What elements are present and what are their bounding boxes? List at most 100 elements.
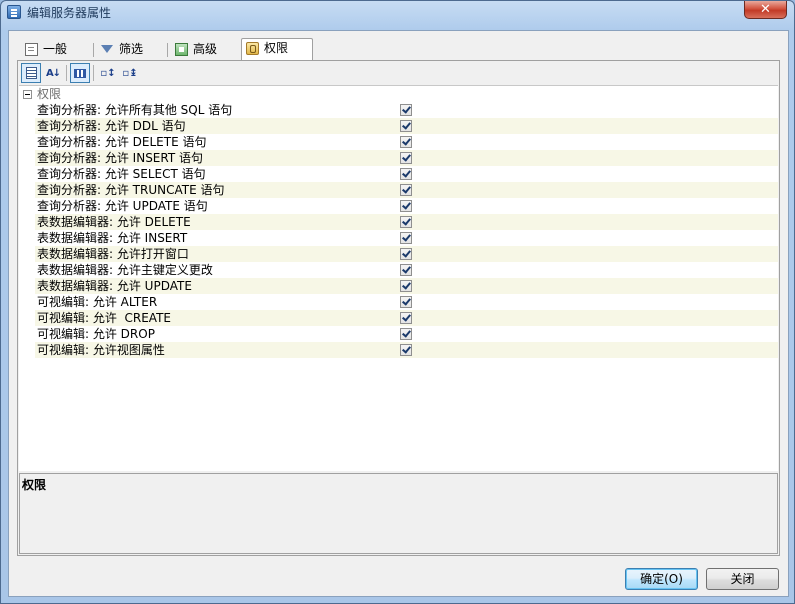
permission-checkbox[interactable] bbox=[400, 104, 412, 116]
permission-checkbox[interactable] bbox=[400, 168, 412, 180]
permission-checkbox[interactable] bbox=[400, 328, 412, 340]
alphabetical-sort-button[interactable]: A↓ bbox=[43, 63, 63, 83]
row-gutter bbox=[19, 294, 35, 310]
tab-filter-label: 筛选 bbox=[119, 42, 144, 56]
permission-checkbox[interactable] bbox=[400, 152, 412, 164]
filter-icon bbox=[101, 45, 113, 53]
close-button[interactable]: 关闭 bbox=[706, 568, 779, 590]
advanced-icon bbox=[175, 43, 188, 56]
row-gutter bbox=[19, 214, 35, 230]
property-name: 表数据编辑器: 允许打开窗口 bbox=[37, 247, 189, 261]
tab-separator bbox=[167, 43, 168, 57]
permission-checkbox[interactable] bbox=[400, 136, 412, 148]
property-panel: A↓ ▫↕ ▫↨ 权限 查询分析器: 允许所有其他 SQL 语句 查询分析器: … bbox=[17, 60, 780, 556]
tab-general-label: 一般 bbox=[43, 42, 68, 56]
property-name: 查询分析器: 允许 INSERT 语句 bbox=[37, 151, 203, 165]
row-gutter bbox=[19, 182, 35, 198]
property-row[interactable]: 查询分析器: 允许 DELETE 语句 bbox=[19, 134, 778, 150]
property-rows: 查询分析器: 允许所有其他 SQL 语句 查询分析器: 允许 DDL 语句查询分析… bbox=[19, 102, 778, 358]
expand-all-button[interactable]: ▫↕ bbox=[98, 63, 118, 83]
close-window-button[interactable]: ✕ bbox=[744, 1, 787, 19]
permission-checkbox[interactable] bbox=[400, 312, 412, 324]
description-title: 权限 bbox=[22, 478, 47, 492]
property-row[interactable]: 查询分析器: 允许 SELECT 语句 bbox=[19, 166, 778, 182]
ok-button[interactable]: 确定(O) bbox=[625, 568, 698, 590]
categorized-view-icon bbox=[25, 67, 37, 79]
property-name: 可视编辑: 允许 ALTER bbox=[37, 295, 158, 309]
property-toolbar: A↓ ▫↕ ▫↨ bbox=[19, 62, 778, 84]
tab-permissions[interactable]: 权限 bbox=[241, 38, 313, 60]
property-row[interactable]: 表数据编辑器: 允许 UPDATE bbox=[19, 278, 778, 294]
permission-checkbox[interactable] bbox=[400, 184, 412, 196]
property-row[interactable]: 查询分析器: 允许 INSERT 语句 bbox=[19, 150, 778, 166]
category-row[interactable]: 权限 bbox=[19, 86, 778, 102]
permission-checkbox[interactable] bbox=[400, 120, 412, 132]
category-label: 权限 bbox=[37, 87, 62, 101]
permission-checkbox[interactable] bbox=[400, 232, 412, 244]
permission-checkbox[interactable] bbox=[400, 280, 412, 292]
row-gutter bbox=[19, 102, 35, 118]
property-name: 可视编辑: 允许 CREATE bbox=[37, 311, 171, 325]
property-row[interactable]: 表数据编辑器: 允许主键定义更改 bbox=[19, 262, 778, 278]
window-title: 编辑服务器属性 bbox=[27, 6, 112, 20]
property-row[interactable]: 查询分析器: 允许 UPDATE 语句 bbox=[19, 198, 778, 214]
property-name: 查询分析器: 允许 TRUNCATE 语句 bbox=[37, 183, 225, 197]
row-gutter bbox=[19, 342, 35, 358]
collapse-category-icon[interactable] bbox=[23, 90, 32, 99]
property-name: 查询分析器: 允许所有其他 SQL 语句 bbox=[37, 103, 233, 117]
property-name: 查询分析器: 允许 DELETE 语句 bbox=[37, 135, 207, 149]
toolbar-separator bbox=[66, 65, 67, 81]
dialog-window: 编辑服务器属性 ✕ 一般 筛选 高级 权限 A↓ ▫↕ ▫↨ 权限 查询分析器:… bbox=[0, 0, 795, 604]
collapse-all-button[interactable]: ▫↨ bbox=[120, 63, 140, 83]
property-row[interactable]: 可视编辑: 允许 ALTER bbox=[19, 294, 778, 310]
property-pages-button[interactable] bbox=[70, 63, 90, 83]
permission-checkbox[interactable] bbox=[400, 248, 412, 260]
permission-checkbox[interactable] bbox=[400, 264, 412, 276]
title-bar[interactable]: 编辑服务器属性 ✕ bbox=[1, 1, 794, 23]
property-row[interactable]: 表数据编辑器: 允许 DELETE bbox=[19, 214, 778, 230]
dialog-client-area: 一般 筛选 高级 权限 A↓ ▫↕ ▫↨ 权限 查询分析器: 允许所有其他 SQ… bbox=[8, 30, 789, 597]
property-row[interactable]: 查询分析器: 允许所有其他 SQL 语句 bbox=[19, 102, 778, 118]
permission-checkbox[interactable] bbox=[400, 216, 412, 228]
permission-checkbox[interactable] bbox=[400, 344, 412, 356]
toolbar-separator bbox=[93, 65, 94, 81]
property-row[interactable]: 可视编辑: 允许 DROP bbox=[19, 326, 778, 342]
property-row[interactable]: 表数据编辑器: 允许 INSERT bbox=[19, 230, 778, 246]
property-row[interactable]: 可视编辑: 允许视图属性 bbox=[19, 342, 778, 358]
row-gutter bbox=[19, 150, 35, 166]
property-name: 表数据编辑器: 允许 UPDATE bbox=[37, 279, 192, 293]
property-row[interactable]: 可视编辑: 允许 CREATE bbox=[19, 310, 778, 326]
property-name: 查询分析器: 允许 DDL 语句 bbox=[37, 119, 186, 133]
permission-checkbox[interactable] bbox=[400, 200, 412, 212]
permission-checkbox[interactable] bbox=[400, 296, 412, 308]
property-name: 查询分析器: 允许 UPDATE 语句 bbox=[37, 199, 208, 213]
tab-advanced[interactable]: 高级 bbox=[171, 40, 239, 59]
categorized-view-button[interactable] bbox=[21, 63, 41, 83]
row-gutter bbox=[19, 118, 35, 134]
document-icon bbox=[25, 43, 38, 56]
permission-icon bbox=[246, 42, 259, 55]
property-name: 查询分析器: 允许 SELECT 语句 bbox=[37, 167, 206, 181]
alphabetical-sort-icon: A↓ bbox=[45, 68, 61, 79]
property-name: 可视编辑: 允许 DROP bbox=[37, 327, 155, 341]
property-grid: 权限 查询分析器: 允许所有其他 SQL 语句 查询分析器: 允许 DDL 语句查… bbox=[19, 85, 778, 471]
tab-advanced-label: 高级 bbox=[193, 42, 218, 56]
tab-general[interactable]: 一般 bbox=[21, 40, 83, 59]
property-row[interactable]: 表数据编辑器: 允许打开窗口 bbox=[19, 246, 778, 262]
collapse-all-icon: ▫↨ bbox=[122, 68, 138, 79]
description-pane: 权限 bbox=[19, 473, 778, 554]
row-gutter bbox=[19, 326, 35, 342]
row-gutter bbox=[19, 166, 35, 182]
expand-all-icon: ▫↕ bbox=[100, 68, 116, 79]
property-name: 表数据编辑器: 允许主键定义更改 bbox=[37, 263, 213, 277]
property-row[interactable]: 查询分析器: 允许 DDL 语句 bbox=[19, 118, 778, 134]
tab-separator bbox=[93, 43, 94, 57]
property-pages-icon bbox=[74, 69, 86, 78]
property-row[interactable]: 查询分析器: 允许 TRUNCATE 语句 bbox=[19, 182, 778, 198]
tab-filter[interactable]: 筛选 bbox=[97, 40, 167, 59]
property-name: 表数据编辑器: 允许 DELETE bbox=[37, 215, 191, 229]
tab-permissions-label: 权限 bbox=[264, 41, 289, 55]
row-gutter bbox=[19, 198, 35, 214]
property-name: 表数据编辑器: 允许 INSERT bbox=[37, 231, 188, 245]
server-properties-icon bbox=[7, 5, 21, 19]
